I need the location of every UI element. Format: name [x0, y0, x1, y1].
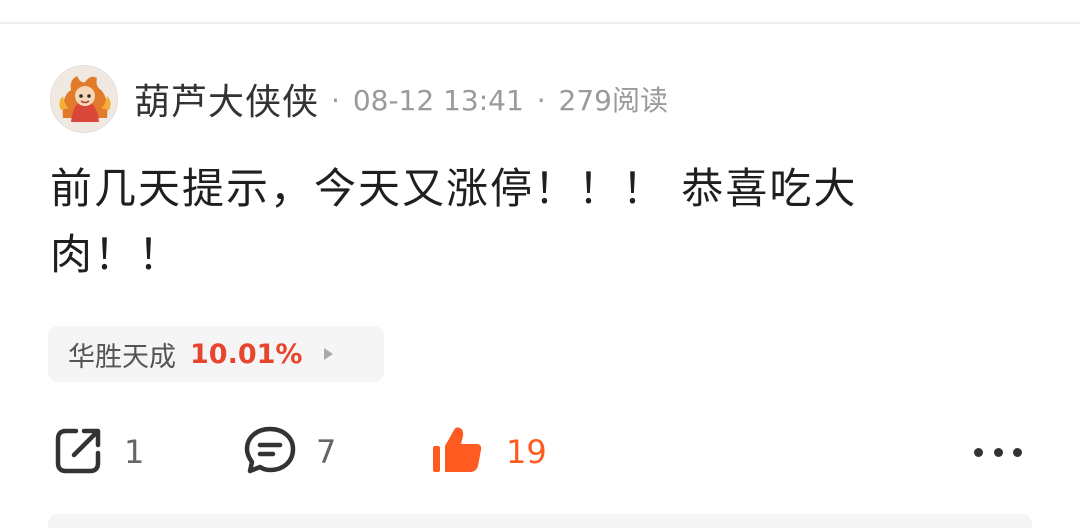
share-icon: [52, 423, 106, 481]
comment-button[interactable]: 7: [242, 422, 336, 482]
post-meta: · 08-12 13:41 · 279阅读: [327, 79, 668, 119]
like-button[interactable]: 19: [430, 422, 547, 482]
post-body: 前几天提示，今天又涨停！！！ 恭喜吃大 肉！！: [50, 156, 1010, 288]
post-text-line-2: 肉！！: [50, 230, 183, 279]
read-count: 279阅读: [558, 84, 668, 117]
post-text-line-1: 前几天提示，今天又涨停！！！ 恭喜吃大: [50, 164, 858, 213]
stock-change: 10.01%: [190, 338, 303, 370]
more-button[interactable]: [974, 422, 1022, 482]
stock-tag[interactable]: 华胜天成 10.01%: [48, 326, 384, 382]
avatar[interactable]: [50, 65, 118, 133]
more-icon: [993, 447, 1003, 457]
stock-name: 华胜天成: [68, 341, 176, 373]
divider: [0, 22, 1080, 24]
comment-count: 7: [316, 433, 337, 471]
share-count: 1: [124, 433, 145, 471]
post-timestamp: 08-12 13:41: [352, 84, 524, 117]
post-card: 葫芦大侠侠 · 08-12 13:41 · 279阅读 前几天提示，今天又涨停！…: [0, 0, 1080, 528]
chevron-right-icon: [324, 348, 334, 360]
more-icon: [1013, 447, 1022, 457]
meta-separator: ·: [331, 84, 340, 117]
author-name[interactable]: 葫芦大侠侠: [134, 73, 319, 125]
meta-separator: ·: [536, 84, 546, 117]
thumbs-up-icon: [430, 422, 486, 482]
share-button[interactable]: 1: [52, 422, 144, 482]
like-count: 19: [506, 433, 547, 471]
action-bar: 1 7 19: [50, 422, 1030, 482]
more-icon: [974, 447, 983, 457]
next-card: [48, 514, 1032, 528]
post-header: 葫芦大侠侠 · 08-12 13:41 · 279阅读: [50, 64, 668, 134]
comment-icon: [242, 423, 298, 481]
